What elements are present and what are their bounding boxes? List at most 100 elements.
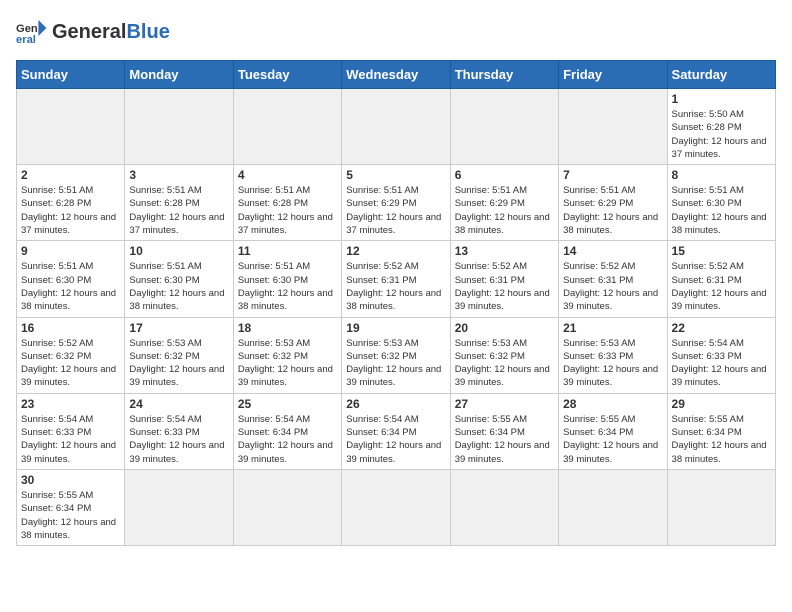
day-number: 8	[672, 168, 771, 182]
col-header-wednesday: Wednesday	[342, 61, 450, 89]
day-info: Sunrise: 5:51 AMSunset: 6:30 PMDaylight:…	[21, 260, 120, 313]
calendar-cell: 24 Sunrise: 5:54 AMSunset: 6:33 PMDayligh…	[125, 393, 233, 469]
day-number: 9	[21, 244, 120, 258]
calendar-cell	[559, 469, 667, 545]
calendar-cell: 25 Sunrise: 5:54 AMSunset: 6:34 PMDayligh…	[233, 393, 341, 469]
calendar-cell	[125, 89, 233, 165]
calendar-cell: 26 Sunrise: 5:54 AMSunset: 6:34 PMDayligh…	[342, 393, 450, 469]
calendar-cell: 29Sunrise: 5:55 AMSunset: 6:34 PMDayligh…	[667, 393, 775, 469]
logo-general: General	[52, 21, 126, 43]
calendar-cell	[342, 89, 450, 165]
calendar-cell: 9 Sunrise: 5:51 AMSunset: 6:30 PMDaylight…	[17, 241, 125, 317]
calendar-cell	[667, 469, 775, 545]
day-number: 17	[129, 321, 228, 335]
calendar-week-row: 30 Sunrise: 5:55 AMSunset: 6:34 PMDayligh…	[17, 469, 776, 545]
day-number: 16	[21, 321, 120, 335]
day-info: Sunrise: 5:51 AMSunset: 6:30 PMDaylight:…	[129, 260, 228, 313]
calendar-cell: 14Sunrise: 5:52 AMSunset: 6:31 PMDayligh…	[559, 241, 667, 317]
calendar-cell	[17, 89, 125, 165]
day-number: 20	[455, 321, 554, 335]
calendar-cell: 18Sunrise: 5:53 AMSunset: 6:32 PMDayligh…	[233, 317, 341, 393]
calendar-cell: 4 Sunrise: 5:51 AMSunset: 6:28 PMDaylight…	[233, 165, 341, 241]
day-number: 15	[672, 244, 771, 258]
calendar-week-row: 23 Sunrise: 5:54 AMSunset: 6:33 PMDayligh…	[17, 393, 776, 469]
col-header-friday: Friday	[559, 61, 667, 89]
calendar-cell: 27Sunrise: 5:55 AMSunset: 6:34 PMDayligh…	[450, 393, 558, 469]
day-info: Sunrise: 5:51 AMSunset: 6:29 PMDaylight:…	[455, 184, 554, 237]
day-info: Sunrise: 5:54 AMSunset: 6:34 PMDaylight:…	[238, 413, 337, 466]
day-info: Sunrise: 5:53 AMSunset: 6:32 PMDaylight:…	[455, 337, 554, 390]
calendar-cell	[450, 469, 558, 545]
day-info: Sunrise: 5:54 AMSunset: 6:33 PMDaylight:…	[21, 413, 120, 466]
day-number: 1	[672, 92, 771, 106]
day-info: Sunrise: 5:51 AMSunset: 6:29 PMDaylight:…	[563, 184, 662, 237]
day-number: 21	[563, 321, 662, 335]
calendar-cell	[233, 89, 341, 165]
calendar-cell	[342, 469, 450, 545]
day-info: Sunrise: 5:54 AMSunset: 6:34 PMDaylight:…	[346, 413, 445, 466]
logo: Gen eral GeneralBlue	[16, 16, 170, 48]
calendar-cell	[559, 89, 667, 165]
day-info: Sunrise: 5:53 AMSunset: 6:32 PMDaylight:…	[129, 337, 228, 390]
col-header-thursday: Thursday	[450, 61, 558, 89]
calendar-cell: 20 Sunrise: 5:53 AMSunset: 6:32 PMDayligh…	[450, 317, 558, 393]
day-number: 26	[346, 397, 445, 411]
day-number: 28	[563, 397, 662, 411]
day-number: 22	[672, 321, 771, 335]
calendar-cell: 1 Sunrise: 5:50 AMSunset: 6:28 PMDaylight…	[667, 89, 775, 165]
calendar-cell	[125, 469, 233, 545]
calendar-cell: 23 Sunrise: 5:54 AMSunset: 6:33 PMDayligh…	[17, 393, 125, 469]
day-info: Sunrise: 5:51 AMSunset: 6:30 PMDaylight:…	[672, 184, 771, 237]
day-info: Sunrise: 5:55 AMSunset: 6:34 PMDaylight:…	[563, 413, 662, 466]
day-number: 27	[455, 397, 554, 411]
day-number: 6	[455, 168, 554, 182]
day-number: 2	[21, 168, 120, 182]
day-info: Sunrise: 5:51 AMSunset: 6:28 PMDaylight:…	[238, 184, 337, 237]
page-header: Gen eral GeneralBlue	[16, 16, 776, 48]
calendar-cell: 8 Sunrise: 5:51 AMSunset: 6:30 PMDaylight…	[667, 165, 775, 241]
day-number: 29	[672, 397, 771, 411]
day-number: 14	[563, 244, 662, 258]
calendar-cell	[450, 89, 558, 165]
calendar-cell: 2 Sunrise: 5:51 AMSunset: 6:28 PMDaylight…	[17, 165, 125, 241]
calendar-cell: 17 Sunrise: 5:53 AMSunset: 6:32 PMDayligh…	[125, 317, 233, 393]
calendar-cell: 15 Sunrise: 5:52 AMSunset: 6:31 PMDayligh…	[667, 241, 775, 317]
calendar-cell: 7 Sunrise: 5:51 AMSunset: 6:29 PMDaylight…	[559, 165, 667, 241]
day-info: Sunrise: 5:51 AMSunset: 6:29 PMDaylight:…	[346, 184, 445, 237]
day-number: 19	[346, 321, 445, 335]
day-info: Sunrise: 5:52 AMSunset: 6:31 PMDaylight:…	[346, 260, 445, 313]
col-header-tuesday: Tuesday	[233, 61, 341, 89]
calendar-cell: 6 Sunrise: 5:51 AMSunset: 6:29 PMDaylight…	[450, 165, 558, 241]
day-info: Sunrise: 5:51 AMSunset: 6:28 PMDaylight:…	[21, 184, 120, 237]
day-number: 23	[21, 397, 120, 411]
calendar-week-row: 2 Sunrise: 5:51 AMSunset: 6:28 PMDaylight…	[17, 165, 776, 241]
calendar-week-row: 1 Sunrise: 5:50 AMSunset: 6:28 PMDaylight…	[17, 89, 776, 165]
calendar-cell: 13Sunrise: 5:52 AMSunset: 6:31 PMDayligh…	[450, 241, 558, 317]
calendar-cell: 21 Sunrise: 5:53 AMSunset: 6:33 PMDayligh…	[559, 317, 667, 393]
calendar-cell: 11Sunrise: 5:51 AMSunset: 6:30 PMDayligh…	[233, 241, 341, 317]
day-number: 25	[238, 397, 337, 411]
day-number: 7	[563, 168, 662, 182]
day-info: Sunrise: 5:51 AMSunset: 6:30 PMDaylight:…	[238, 260, 337, 313]
col-header-sunday: Sunday	[17, 61, 125, 89]
day-info: Sunrise: 5:50 AMSunset: 6:28 PMDaylight:…	[672, 108, 771, 161]
calendar-cell: 28 Sunrise: 5:55 AMSunset: 6:34 PMDayligh…	[559, 393, 667, 469]
svg-text:Gen: Gen	[16, 23, 38, 35]
calendar-cell: 30 Sunrise: 5:55 AMSunset: 6:34 PMDayligh…	[17, 469, 125, 545]
day-number: 18	[238, 321, 337, 335]
day-info: Sunrise: 5:54 AMSunset: 6:33 PMDaylight:…	[129, 413, 228, 466]
day-info: Sunrise: 5:52 AMSunset: 6:31 PMDaylight:…	[672, 260, 771, 313]
calendar-table: SundayMondayTuesdayWednesdayThursdayFrid…	[16, 60, 776, 546]
day-number: 12	[346, 244, 445, 258]
day-number: 24	[129, 397, 228, 411]
calendar-cell: 22Sunrise: 5:54 AMSunset: 6:33 PMDayligh…	[667, 317, 775, 393]
day-number: 4	[238, 168, 337, 182]
day-info: Sunrise: 5:55 AMSunset: 6:34 PMDaylight:…	[21, 489, 120, 542]
day-number: 30	[21, 473, 120, 487]
calendar-cell: 3Sunrise: 5:51 AMSunset: 6:28 PMDaylight…	[125, 165, 233, 241]
calendar-week-row: 9 Sunrise: 5:51 AMSunset: 6:30 PMDaylight…	[17, 241, 776, 317]
logo-icon: Gen eral	[16, 16, 48, 48]
logo-blue-text: Blue	[126, 21, 169, 43]
day-info: Sunrise: 5:53 AMSunset: 6:33 PMDaylight:…	[563, 337, 662, 390]
day-number: 13	[455, 244, 554, 258]
